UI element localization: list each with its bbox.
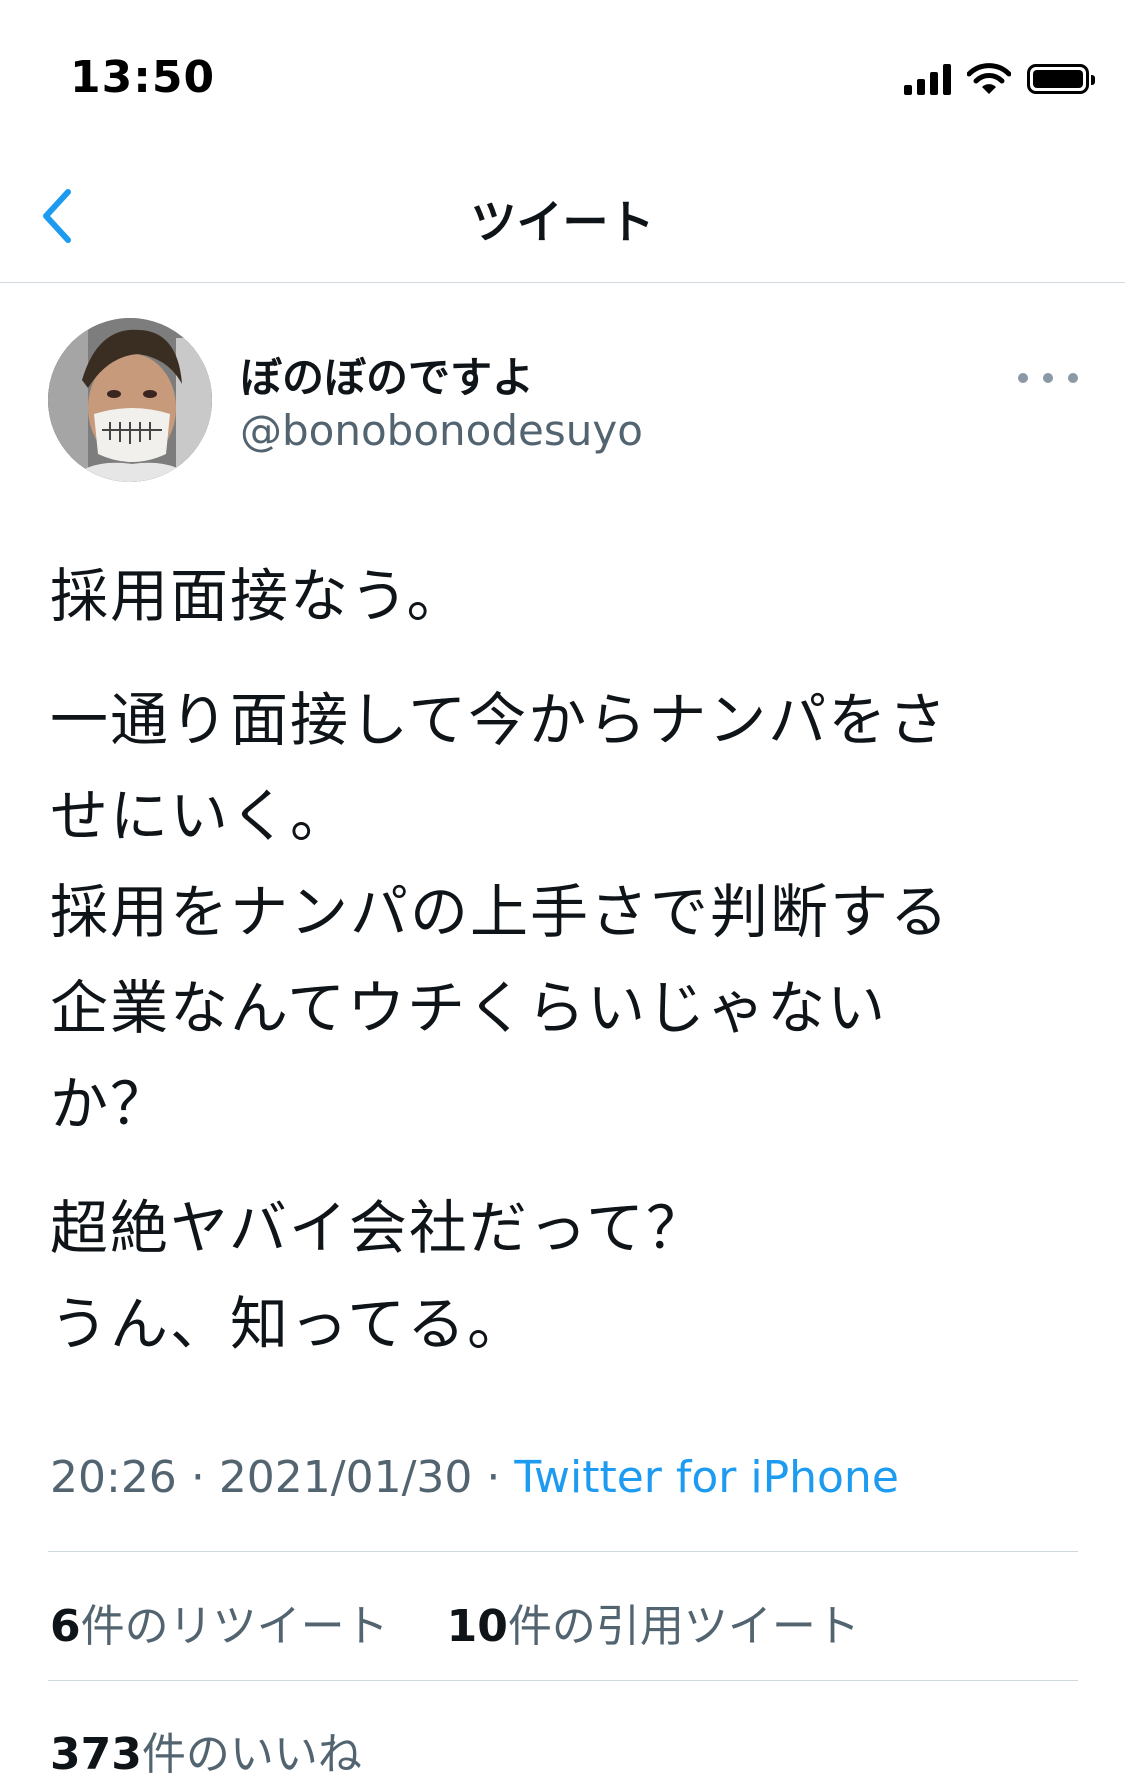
likes-count-link[interactable]: 373件のいいね <box>50 1729 362 1780</box>
battery-icon <box>1027 64 1095 94</box>
tweet-paragraph: 採用面接なう。 <box>50 548 1060 644</box>
tweet-line: 企業なんてウチくらいじゃない <box>50 974 888 1042</box>
tweet-line: 採用をナンパの上手さで判断する <box>50 878 951 946</box>
user-handle[interactable]: @bonobonodesuyo <box>240 406 643 455</box>
tweet-text: 採用面接なう。 一通り面接して今からナンパをさ せにいく。 採用をナンパの上手さ… <box>50 548 1060 1400</box>
tweet-line: 採用面接なう。 <box>50 562 467 630</box>
meta-separator: · <box>486 1452 501 1503</box>
tweet-source-link[interactable]: Twitter for iPhone <box>514 1452 898 1503</box>
tweet-time: 20:26 <box>50 1452 177 1503</box>
tweet-date: 2021/01/30 <box>218 1452 473 1503</box>
engagement-stats: 6件のリツイート 10件の引用ツイート <box>50 1590 860 1654</box>
likes-stats: 373件のいいね <box>50 1718 362 1782</box>
tweet-paragraph: 一通り面接して今からナンパをさ せにいく。 採用をナンパの上手さで判断する 企業… <box>50 672 1060 1152</box>
profile-photo-icon <box>48 318 212 482</box>
wifi-icon <box>967 63 1011 94</box>
tweet-line: 一通り面接して今からナンパをさ <box>50 686 949 754</box>
tweet-metadata: 20:26 · 2021/01/30 · Twitter for iPhone <box>50 1452 899 1503</box>
page-title: ツイート <box>470 195 655 249</box>
status-bar: 13:50 <box>0 0 1125 150</box>
more-dot-icon <box>1068 373 1078 383</box>
avatar[interactable] <box>48 318 212 482</box>
quote-tweets-count-link[interactable]: 10件の引用ツイート <box>447 1601 860 1652</box>
tweet-paragraph: 超絶ヤバイ会社だって？ うん、知ってる。 <box>50 1180 1060 1372</box>
status-icons <box>904 62 1095 96</box>
tweet-line: 超絶ヤバイ会社だって？ <box>50 1194 706 1262</box>
more-dot-icon <box>1018 373 1028 383</box>
status-time: 13:50 <box>70 52 216 103</box>
divider <box>48 1680 1078 1681</box>
navigation-bar: ツイート <box>0 150 1125 283</box>
tweet-line: か？ <box>50 1070 171 1138</box>
tweet-line: せにいく。 <box>50 782 351 850</box>
tweet-line: うん、知ってる。 <box>50 1290 528 1358</box>
more-options-button[interactable] <box>1018 358 1078 398</box>
retweets-count-link[interactable]: 6件のリツイート <box>50 1601 389 1652</box>
tweet-author: ぼのぼのですよ @bonobonodesuyo <box>48 318 1078 488</box>
cellular-signal-icon <box>904 63 951 95</box>
display-name[interactable]: ぼのぼのですよ <box>240 344 534 405</box>
meta-separator: · <box>190 1452 205 1503</box>
divider <box>48 1551 1078 1552</box>
more-dot-icon <box>1043 373 1053 383</box>
